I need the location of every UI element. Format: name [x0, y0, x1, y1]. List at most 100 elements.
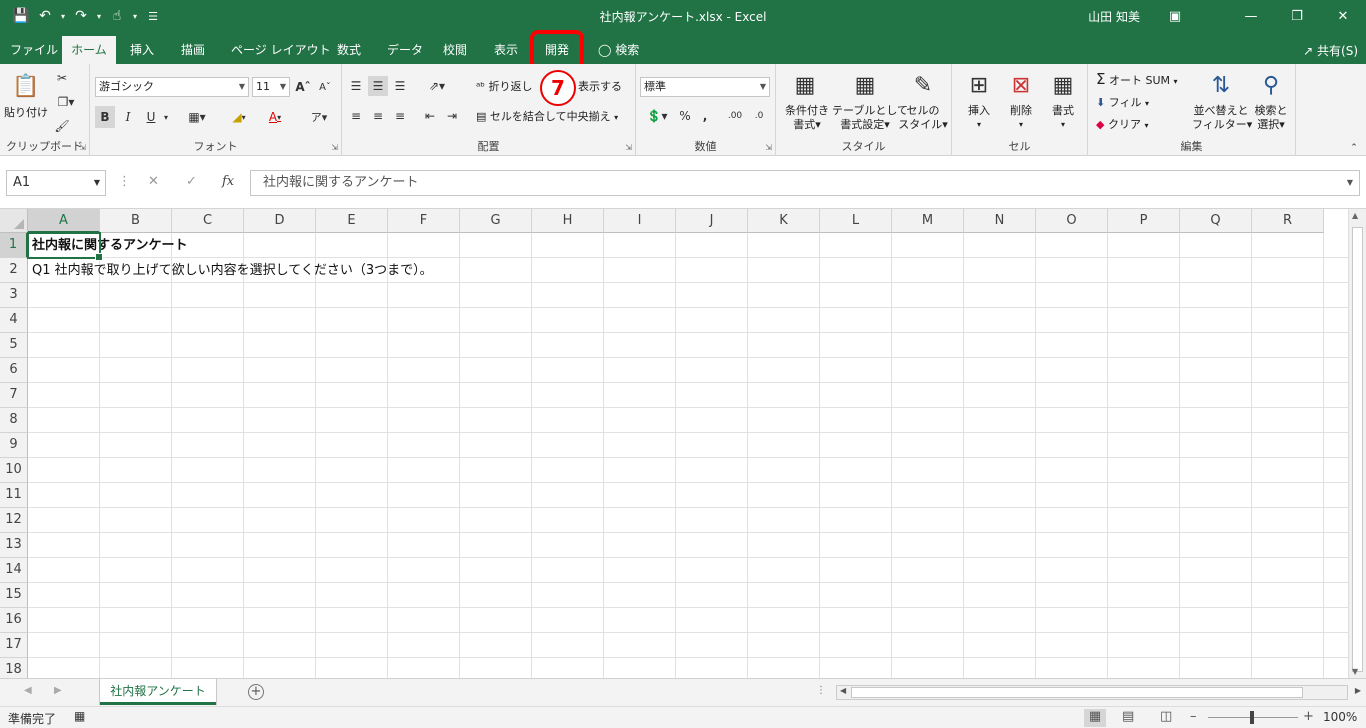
row-header[interactable]: 13 — [0, 533, 28, 558]
format-painter-icon[interactable]: 🖌 — [52, 116, 72, 136]
font-launcher-icon[interactable]: ⇲ — [331, 143, 338, 152]
row-header[interactable]: 10 — [0, 458, 28, 483]
scroll-right-icon[interactable]: ▶ — [1355, 686, 1361, 695]
row-header[interactable]: 2 — [0, 258, 28, 283]
borders-icon[interactable]: ▦▾ — [182, 106, 212, 128]
sheet-next-icon[interactable]: ▶ — [54, 685, 62, 696]
tab-tell-me[interactable]: ◯ 検索 — [592, 36, 645, 64]
minimize-icon[interactable]: — — [1228, 0, 1274, 32]
vertical-scroll-thumb[interactable] — [1352, 227, 1363, 672]
column-header[interactable]: O — [1036, 209, 1108, 233]
tab-data[interactable]: データ — [381, 36, 429, 64]
tab-file[interactable]: ファイル — [4, 36, 64, 64]
row-header[interactable]: 15 — [0, 583, 28, 608]
tab-developer[interactable]: 開発 — [530, 30, 584, 70]
cut-icon[interactable]: ✂ — [52, 68, 72, 88]
zoom-level[interactable]: 100% — [1323, 710, 1357, 724]
underline-button[interactable]: U — [141, 106, 161, 128]
scroll-left-icon[interactable]: ◀ — [840, 686, 846, 695]
delete-cells-icon[interactable]: ⊠ — [1006, 70, 1036, 100]
align-top-icon[interactable]: ☰ — [346, 76, 366, 96]
tab-insert[interactable]: 挿入 — [124, 36, 160, 64]
comma-icon[interactable]: , — [696, 106, 714, 126]
align-left-icon[interactable]: ≡ — [346, 106, 366, 126]
close-icon[interactable]: ✕ — [1320, 0, 1366, 32]
delete-cells-button[interactable]: 削除 ▾ — [1004, 104, 1038, 132]
collapse-ribbon-icon[interactable]: ⌃ — [1346, 142, 1362, 154]
select-all-button[interactable] — [0, 209, 28, 233]
normal-view-icon[interactable]: ▦ — [1084, 709, 1106, 727]
bold-button[interactable]: B — [95, 106, 115, 128]
add-sheet-icon[interactable]: + — [248, 684, 264, 700]
format-as-table-button[interactable]: テーブルとして 書式設定▾ — [832, 104, 908, 132]
align-middle-icon[interactable]: ☰ — [368, 76, 388, 96]
paste-icon[interactable]: 📋 — [10, 70, 42, 102]
column-header[interactable]: M — [892, 209, 964, 233]
scroll-up-icon[interactable]: ▲ — [1352, 211, 1358, 220]
zoom-slider-thumb[interactable] — [1250, 711, 1254, 724]
insert-cells-button[interactable]: 挿入 ▾ — [962, 104, 996, 132]
column-header[interactable]: R — [1252, 209, 1324, 233]
row-header[interactable]: 7 — [0, 383, 28, 408]
align-right-icon[interactable]: ≡ — [390, 106, 410, 126]
scroll-down-icon[interactable]: ▼ — [1352, 667, 1358, 676]
vertical-scrollbar[interactable]: ▲ ▼ — [1348, 209, 1366, 678]
column-header[interactable]: J — [676, 209, 748, 233]
fill-color-icon[interactable]: ◢ ▾ — [224, 106, 254, 128]
row-header[interactable]: 6 — [0, 358, 28, 383]
user-name[interactable]: 山田 知美 — [1088, 8, 1140, 25]
row-header[interactable]: 14 — [0, 558, 28, 583]
column-header[interactable]: D — [244, 209, 316, 233]
column-header[interactable]: H — [532, 209, 604, 233]
column-header[interactable]: C — [172, 209, 244, 233]
cell-styles-icon[interactable]: ✎ — [908, 70, 938, 100]
decrease-indent-icon[interactable]: ⇤ — [420, 106, 440, 126]
row-header[interactable]: 18 — [0, 658, 28, 678]
alignment-launcher-icon[interactable]: ⇲ — [625, 143, 632, 152]
sheet-tab[interactable]: 社内報アンケート — [100, 679, 216, 705]
row-header[interactable]: 8 — [0, 408, 28, 433]
copy-icon[interactable]: ❐▾ — [52, 92, 80, 112]
sort-filter-button[interactable]: 並べ替えと フィルター▾ — [1192, 104, 1252, 132]
column-header[interactable]: F — [388, 209, 460, 233]
sort-filter-icon[interactable]: ⇅ — [1206, 70, 1236, 100]
clipboard-launcher-icon[interactable]: ⇲ — [79, 143, 86, 152]
column-header[interactable]: L — [820, 209, 892, 233]
increase-indent-icon[interactable]: ⇥ — [442, 106, 462, 126]
paste-button[interactable]: 貼り付け — [4, 106, 48, 120]
cell-styles-button[interactable]: セルの スタイル▾ — [898, 104, 948, 132]
align-bottom-icon[interactable]: ☰ — [390, 76, 410, 96]
row-header[interactable]: 17 — [0, 633, 28, 658]
row-header[interactable]: 3 — [0, 283, 28, 308]
row-header[interactable]: 9 — [0, 433, 28, 458]
share-button[interactable]: ↗ 共有(S) — [1303, 42, 1358, 59]
font-color-icon[interactable]: A ▾ — [260, 106, 290, 128]
fill-button[interactable]: ⬇ フィル ▾ — [1096, 96, 1149, 111]
horizontal-scrollbar[interactable]: ◀ ▶ — [836, 685, 1361, 700]
column-header[interactable]: E — [316, 209, 388, 233]
tab-draw[interactable]: 描画 — [175, 36, 211, 64]
page-break-view-icon[interactable]: ◫ — [1160, 709, 1172, 724]
row-header[interactable]: 4 — [0, 308, 28, 333]
tab-formulas[interactable]: 数式 — [331, 36, 367, 64]
cells-area[interactable]: 社内報に関するアンケート Q1 社内報で取り上げて欲しい内容を選択してください（… — [28, 233, 1348, 678]
zoom-out-icon[interactable]: – — [1190, 709, 1197, 724]
tab-split-handle-icon[interactable]: ⋮ — [816, 685, 826, 696]
find-select-button[interactable]: 検索と 選択▾ — [1250, 104, 1292, 132]
format-cells-icon[interactable]: ▦ — [1048, 70, 1078, 100]
autosum-button[interactable]: Σ オート SUM ▾ — [1096, 72, 1178, 89]
restore-icon[interactable]: ❐ — [1274, 0, 1320, 32]
expand-formula-icon[interactable]: ▼ — [1347, 171, 1353, 195]
italic-button[interactable]: I — [118, 106, 138, 128]
number-launcher-icon[interactable]: ⇲ — [765, 143, 772, 152]
tab-view[interactable]: 表示 — [488, 36, 524, 64]
conditional-format-icon[interactable]: ▦ — [790, 70, 820, 100]
underline-dropdown-icon[interactable]: ▾ — [161, 106, 171, 128]
decrease-font-icon[interactable]: Aˇ — [316, 77, 334, 97]
find-select-icon[interactable]: ⚲ — [1256, 70, 1286, 100]
row-header[interactable]: 5 — [0, 333, 28, 358]
row-header[interactable]: 11 — [0, 483, 28, 508]
wrap-text-button[interactable]: ᵃᵇ 折り返し — [476, 80, 533, 94]
conditional-format-button[interactable]: 条件付き 書式▾ — [780, 104, 834, 132]
clear-button[interactable]: ◆ クリア ▾ — [1096, 118, 1148, 133]
